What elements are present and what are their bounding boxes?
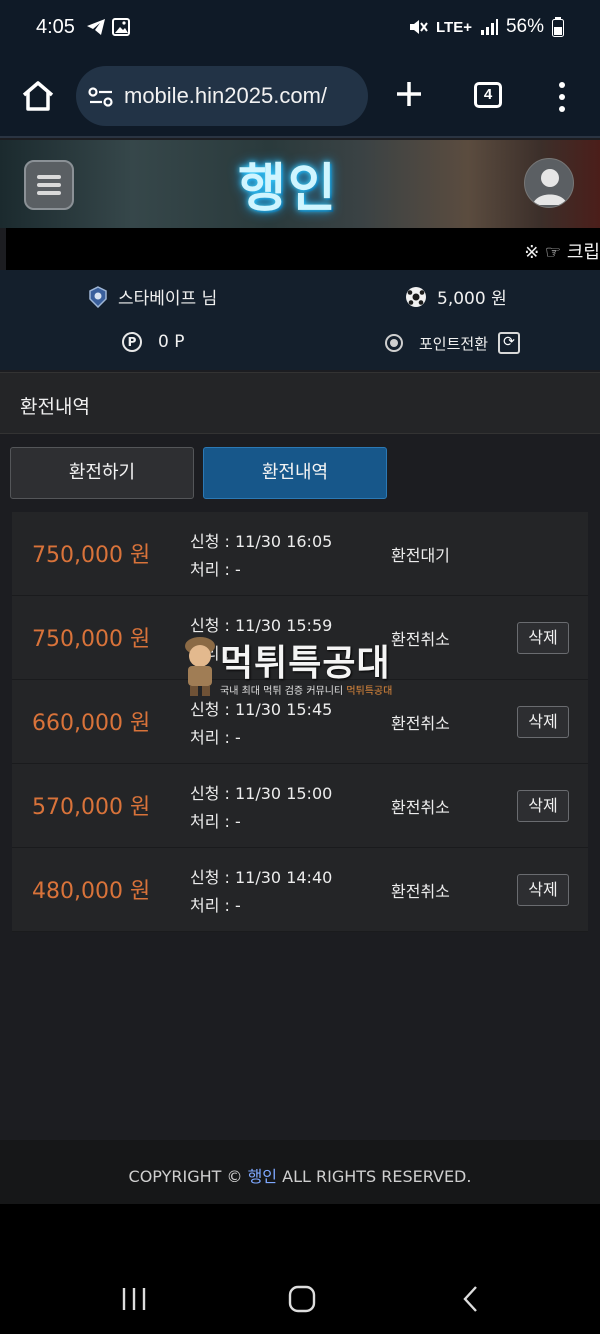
notice-marquee: ※ ☞ 크립	[6, 228, 600, 270]
status-badge: 환전취소	[391, 714, 450, 733]
exchange-history-list: 750,000 원 신청 : 11/30 16:05 처리 : - 환전대기 7…	[12, 512, 588, 932]
menu-icon-line	[37, 191, 61, 195]
target-icon	[385, 334, 403, 352]
user-name: 스타베이프 님	[118, 289, 218, 309]
delete-button[interactable]: 삭제	[517, 706, 569, 738]
user-icon	[533, 169, 567, 205]
status-time: 4:05	[36, 16, 75, 38]
tab-exchange-history[interactable]: 환전내역	[203, 447, 387, 499]
points-amount: 0 P	[158, 332, 185, 352]
home-icon[interactable]	[20, 78, 56, 114]
browser-toolbar: mobile.hin2025.com/ 4	[0, 60, 600, 138]
copyright-prefix: COPYRIGHT ©	[128, 1167, 248, 1186]
request-time: 신청 : 11/30 15:45	[190, 700, 333, 719]
rank-badge-icon	[89, 285, 107, 308]
new-tab-icon[interactable]	[393, 76, 425, 112]
process-time: 처리 : -	[190, 896, 241, 915]
site-header: 행인	[0, 140, 600, 228]
footer: COPYRIGHT © 행인 ALL RIGHTS RESERVED.	[0, 1140, 600, 1204]
user-name-row: 스타베이프 님	[88, 284, 217, 309]
tab-switcher-button[interactable]: 4	[474, 82, 502, 108]
site-logo[interactable]: 행인	[238, 146, 338, 221]
section-header: 환전내역	[0, 372, 600, 434]
user-info-panel: 스타베이프 님 5,000 원 P 0 P 포인트전환 ⟳	[0, 270, 600, 370]
menu-button[interactable]	[24, 160, 74, 210]
request-time: 신청 : 11/30 15:00	[190, 784, 333, 803]
points-row: P 0 P	[122, 332, 184, 352]
url-text[interactable]: mobile.hin2025.com/	[124, 83, 360, 109]
points-icon: P	[122, 332, 142, 352]
more-options-icon[interactable]	[553, 80, 571, 114]
point-convert-row[interactable]: 포인트전환 ⟳	[385, 332, 521, 354]
status-badge: 환전대기	[391, 546, 450, 565]
status-bar: 4:05 LTE+ 56%	[0, 0, 600, 60]
delete-button[interactable]: 삭제	[517, 790, 569, 822]
exchange-amount: 660,000 원	[32, 711, 151, 736]
exchange-amount: 480,000 원	[32, 879, 151, 904]
status-badge: 환전취소	[391, 630, 450, 649]
menu-icon	[37, 175, 61, 179]
process-time: 처리 : -	[190, 560, 241, 579]
list-item: 750,000 원 신청 : 11/30 16:05 처리 : - 환전대기	[12, 512, 588, 596]
list-item: 750,000 원 신청 : 11/30 15:59 처리 : - 환전취소 삭…	[12, 596, 588, 680]
home-nav-icon[interactable]	[288, 1285, 316, 1313]
menu-icon-line	[37, 183, 61, 187]
status-badge: 환전취소	[391, 798, 450, 817]
exchange-amount: 750,000 원	[32, 543, 151, 568]
battery-label: 56%	[505, 16, 544, 37]
user-profile-button[interactable]	[524, 158, 574, 208]
status-badge: 환전취소	[391, 882, 450, 901]
status-right: LTE+ 56%	[408, 16, 564, 38]
refresh-icon[interactable]: ⟳	[498, 332, 521, 354]
copyright-suffix: ALL RIGHTS RESERVED.	[277, 1167, 472, 1186]
request-time: 신청 : 11/30 16:05	[190, 532, 333, 551]
gallery-icon	[112, 18, 130, 36]
back-icon[interactable]	[462, 1285, 480, 1313]
process-time: 처리 : -	[190, 728, 241, 747]
mute-icon	[409, 20, 428, 34]
list-item: 570,000 원 신청 : 11/30 15:00 처리 : - 환전취소 삭…	[12, 764, 588, 848]
request-time: 신청 : 11/30 14:40	[190, 868, 333, 887]
recent-apps-icon[interactable]	[120, 1286, 148, 1312]
process-time: 처리 : -	[190, 644, 241, 663]
ball-icon	[406, 286, 426, 307]
process-time: 처리 : -	[190, 812, 241, 831]
network-label: LTE+	[435, 18, 472, 36]
address-bar[interactable]: mobile.hin2025.com/	[76, 66, 368, 126]
request-time: 신청 : 11/30 15:59	[190, 616, 333, 635]
telegram-icon	[87, 19, 105, 35]
battery-icon	[552, 17, 564, 37]
exchange-amount: 750,000 원	[32, 627, 151, 652]
list-item: 480,000 원 신청 : 11/30 14:40 처리 : - 환전취소 삭…	[12, 848, 588, 932]
page-title: 환전내역	[20, 396, 90, 418]
signal-icon	[480, 19, 498, 35]
marquee-text: ※ ☞ 크립	[524, 242, 600, 263]
point-convert-label[interactable]: 포인트전환	[419, 333, 488, 354]
site-settings-icon[interactable]	[88, 86, 114, 108]
system-nav-bar	[0, 1204, 600, 1334]
copyright-brand[interactable]: 행인	[248, 1167, 277, 1186]
tab-exchange-apply[interactable]: 환전하기	[10, 447, 194, 499]
exchange-amount: 570,000 원	[32, 795, 151, 820]
balance-amount: 5,000 원	[437, 289, 507, 309]
delete-button[interactable]: 삭제	[517, 622, 569, 654]
list-item: 660,000 원 신청 : 11/30 15:45 처리 : - 환전취소 삭…	[12, 680, 588, 764]
delete-button[interactable]: 삭제	[517, 874, 569, 906]
copyright: COPYRIGHT © 행인 ALL RIGHTS RESERVED.	[0, 1163, 600, 1187]
balance-row: 5,000 원	[405, 284, 507, 309]
